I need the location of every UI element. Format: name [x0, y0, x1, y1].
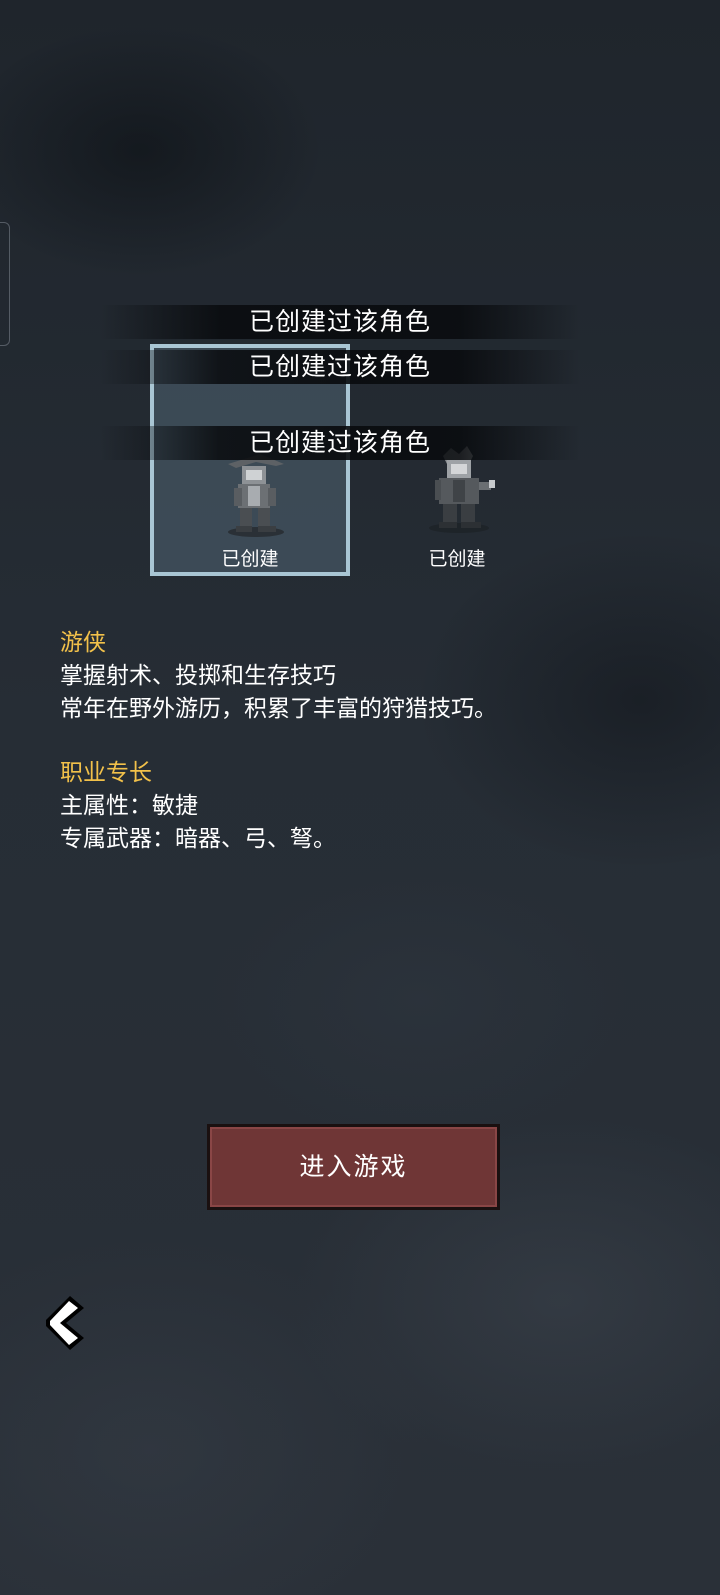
back-button[interactable]: [40, 1294, 92, 1352]
character-status-label: 已创建: [221, 548, 279, 570]
class-specialty: 职业专长 主属性：敏捷 专属武器：暗器、弓、弩。: [60, 757, 336, 856]
main-attribute: 主属性：敏捷: [60, 793, 198, 819]
created-notice-banner: 已创建过该角色: [100, 350, 580, 384]
character-status-label: 已创建: [428, 548, 486, 570]
class-desc-line: 掌握射术、投掷和生存技巧: [60, 663, 336, 689]
class-name: 游侠: [60, 630, 106, 656]
chevron-left-icon: [46, 1296, 84, 1350]
class-desc-line: 常年在野外游历，积累了丰富的狩猎技巧。: [60, 696, 497, 722]
side-tab[interactable]: [0, 222, 10, 346]
enter-game-button[interactable]: 进入游戏: [207, 1124, 500, 1210]
specialty-title: 职业专长: [60, 760, 152, 786]
class-description: 游侠 掌握射术、投掷和生存技巧 常年在野外游历，积累了丰富的狩猎技巧。: [60, 627, 497, 726]
created-notice-banner: 已创建过该角色: [100, 305, 580, 339]
exclusive-weapons: 专属武器：暗器、弓、弩。: [60, 826, 336, 852]
created-notice-banner: 已创建过该角色: [100, 426, 580, 460]
ranger-sprite-icon: [228, 454, 284, 537]
